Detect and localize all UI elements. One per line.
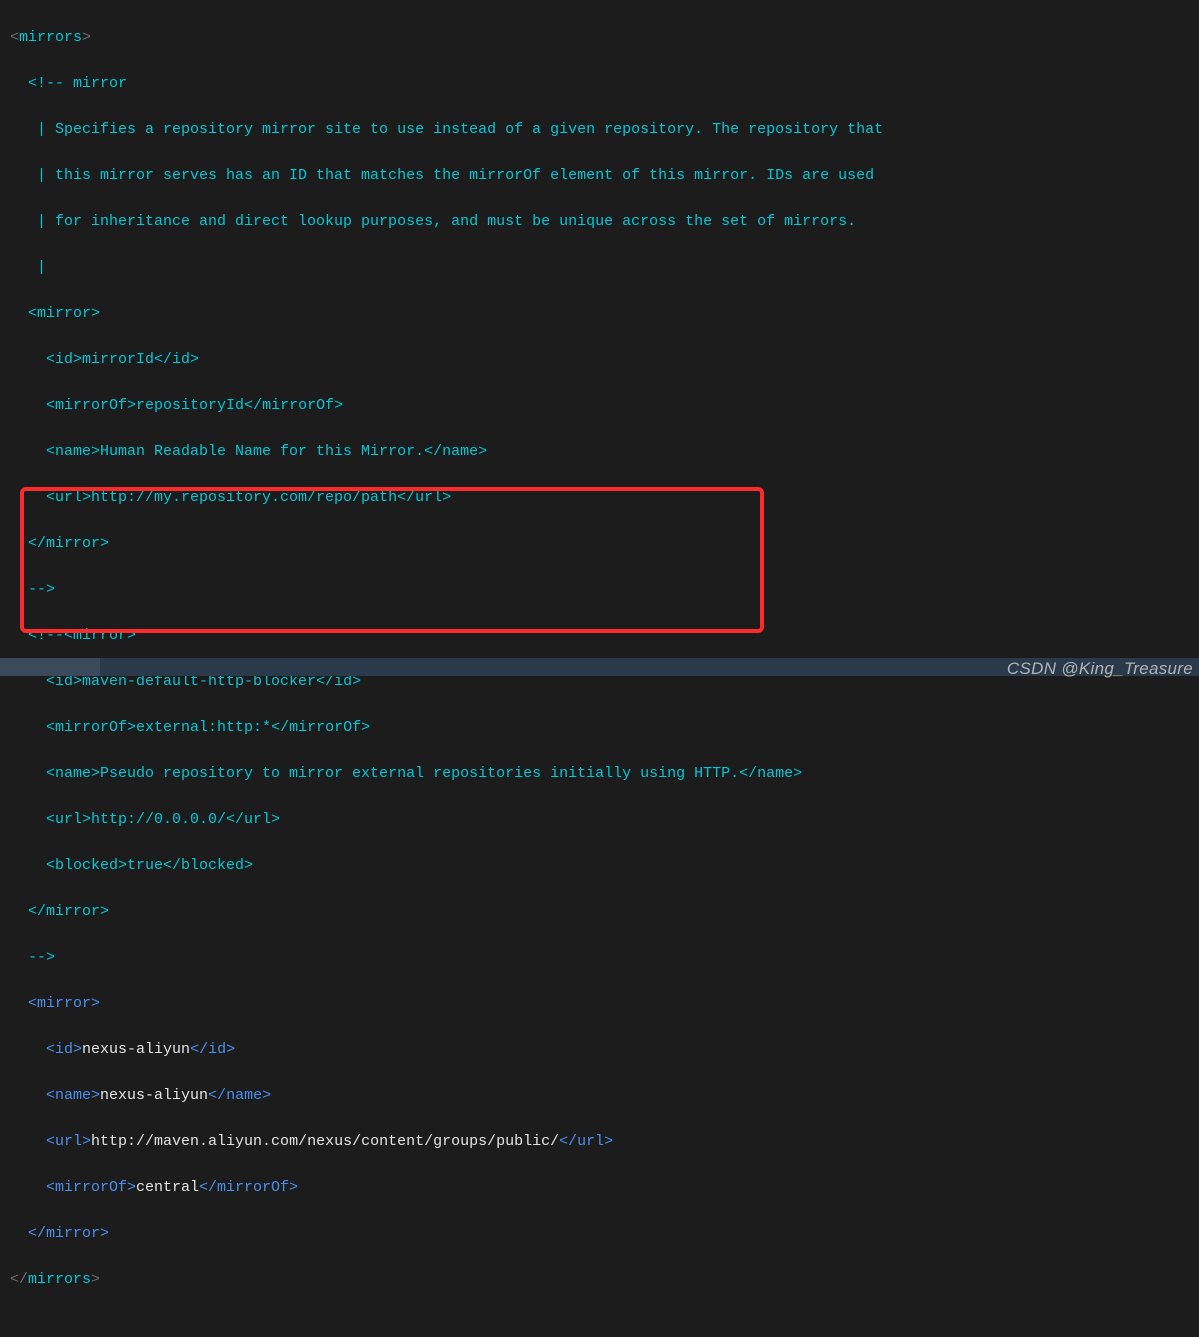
code-line: </mirrors> xyxy=(10,1268,1199,1291)
code-line: <mirrors> xyxy=(10,26,1199,49)
code-line: --> xyxy=(10,578,1199,601)
watermark-text: CSDN @King_Treasure xyxy=(1007,657,1193,680)
code-line: <mirrorOf>central</mirrorOf> xyxy=(10,1176,1199,1199)
code-line: <name>Pseudo repository to mirror extern… xyxy=(10,762,1199,785)
code-line: <!--<mirror> xyxy=(10,624,1199,647)
code-line: <id>nexus-aliyun</id> xyxy=(10,1038,1199,1061)
code-line: <url>http://0.0.0.0/</url> xyxy=(10,808,1199,831)
code-line: <mirrorOf>repositoryId</mirrorOf> xyxy=(10,394,1199,417)
code-line: <mirror> xyxy=(10,302,1199,325)
code-line: <name>nexus-aliyun</name> xyxy=(10,1084,1199,1107)
code-line: --> xyxy=(10,946,1199,969)
code-line: <name>Human Readable Name for this Mirro… xyxy=(10,440,1199,463)
code-line: | this mirror serves has an ID that matc… xyxy=(10,164,1199,187)
code-line: <mirror> xyxy=(10,992,1199,1015)
code-line: <url>http://maven.aliyun.com/nexus/conte… xyxy=(10,1130,1199,1153)
status-segment xyxy=(0,658,100,676)
code-line: | for inheritance and direct lookup purp… xyxy=(10,210,1199,233)
code-line: <url>http://my.repository.com/repo/path<… xyxy=(10,486,1199,509)
code-line: <mirrorOf>external:http:*</mirrorOf> xyxy=(10,716,1199,739)
code-line: </mirror> xyxy=(10,532,1199,555)
code-line: | Specifies a repository mirror site to … xyxy=(10,118,1199,141)
code-line: <id>mirrorId</id> xyxy=(10,348,1199,371)
code-line: | xyxy=(10,256,1199,279)
code-line: <blocked>true</blocked> xyxy=(10,854,1199,877)
code-line: </mirror> xyxy=(10,1222,1199,1245)
code-line: </mirror> xyxy=(10,900,1199,923)
code-line: <!-- mirror xyxy=(10,72,1199,95)
